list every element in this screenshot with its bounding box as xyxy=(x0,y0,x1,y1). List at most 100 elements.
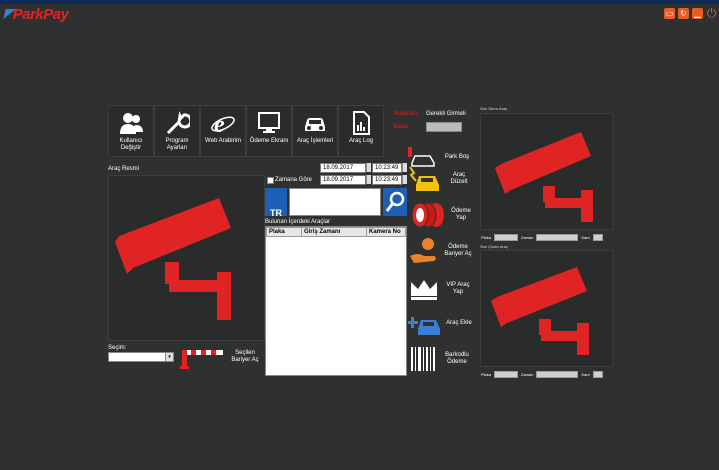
zaman-label: Zaman xyxy=(521,372,534,377)
web-arabirim-button[interactable]: e Web Arabirim xyxy=(200,105,246,157)
minimize-icon[interactable]: ▁ xyxy=(692,8,703,19)
time-from-input[interactable]: 10:23:49 xyxy=(372,163,402,173)
date-from-spinner[interactable] xyxy=(366,163,371,172)
lang-button[interactable]: TR xyxy=(265,188,287,218)
entry-camera-label: Son Giren Araç xyxy=(480,106,508,111)
plaka-label: Plaka xyxy=(481,235,492,240)
barcode-icon xyxy=(411,347,435,371)
coins-icon xyxy=(411,202,444,228)
exit-camera-label: Son Çıkan Araç xyxy=(480,244,508,249)
search-icon xyxy=(385,191,405,212)
search-button[interactable] xyxy=(383,188,407,216)
camera-icon xyxy=(115,198,231,320)
entry-camera-panel xyxy=(480,113,613,230)
barkodlu-odeme-button[interactable]: Barkodlu Ödeme xyxy=(408,342,474,376)
browser-icon: e xyxy=(211,112,235,136)
monitor-icon xyxy=(258,112,280,133)
car-add-icon xyxy=(408,317,440,335)
date-to-input[interactable]: 18.09.2017 xyxy=(320,175,366,185)
kullanici-degistir-button[interactable]: Kullanıcı Değiştir xyxy=(108,105,154,157)
secim-select[interactable]: ▾ xyxy=(108,352,174,362)
table-header-row: Plaka Giriş Zamanı Kamera No xyxy=(266,227,406,237)
arac-ekle-button[interactable]: Araç Ekle xyxy=(408,306,474,340)
side-button-label: Araç Düzelt xyxy=(450,172,468,185)
time-from-spinner[interactable] xyxy=(402,163,407,172)
column-plaka[interactable]: Plaka xyxy=(266,227,302,237)
arac-duzelt-button[interactable]: Araç Düzelt xyxy=(408,162,474,196)
car-yellow-icon xyxy=(409,166,439,191)
toolbar-label: Ödeme Ekranı xyxy=(249,138,289,144)
camera-icon xyxy=(495,132,593,222)
crown-icon xyxy=(411,280,437,300)
odeme-bariyer-ac-button[interactable]: Ödeme Bariyer Aç xyxy=(408,234,474,268)
vip-arac-yap-button[interactable]: VIP Araç Yap xyxy=(408,272,474,306)
list-title: Bulunan İçerdeki Araçlar xyxy=(265,219,331,225)
chevron-down-icon: ▾ xyxy=(165,353,173,361)
monitor-icon[interactable]: ▭ xyxy=(664,8,675,19)
side-button-label: VIP Araç Yap xyxy=(446,282,470,295)
zaman-label: Zaman xyxy=(521,235,534,240)
top-accent-bar xyxy=(0,0,719,4)
toolbar-label: Araç İşlemleri xyxy=(296,138,334,144)
user-label: Kullanıcı: xyxy=(394,111,419,117)
main-toolbar: Kullanıcı Değiştir Program Ayarları e We… xyxy=(108,105,384,157)
zamana-gore-checkbox[interactable] xyxy=(267,177,274,184)
camera-icon xyxy=(491,267,589,355)
vehicle-list[interactable]: Plaka Giriş Zamanı Kamera No xyxy=(265,226,407,376)
arac-resmi-label: Araç Resmi xyxy=(108,166,140,172)
program-ayarlari-button[interactable]: Program Ayarları xyxy=(154,105,200,157)
barrier-icon xyxy=(180,350,223,369)
date-from-input[interactable]: 18.09.2017 xyxy=(320,163,366,173)
zamana-gore-label: Zamana Göre xyxy=(275,177,313,183)
kasa-field[interactable] xyxy=(426,122,462,132)
plaka-label: Plaka xyxy=(481,372,492,377)
entry-info-row: Plaka Zaman Kam xyxy=(481,234,603,241)
svg-text:e: e xyxy=(214,112,225,136)
odeme-yap-button[interactable]: Ödeme Yap xyxy=(408,198,474,232)
toolbar-label: Araç Log xyxy=(348,138,373,144)
time-to-input[interactable]: 10:23:49 xyxy=(372,175,402,185)
side-button-label: Ödeme Yap xyxy=(451,208,471,221)
column-giris-zamani[interactable]: Giriş Zamanı xyxy=(301,227,367,237)
document-icon xyxy=(353,111,370,135)
entry-kam-field xyxy=(592,234,603,241)
odeme-ekrani-button[interactable]: Ödeme Ekranı xyxy=(246,105,292,157)
exit-zaman-field xyxy=(536,371,579,378)
kam-label: Kam xyxy=(581,372,590,377)
arac-islemleri-button[interactable]: Araç İşlemleri xyxy=(292,105,338,157)
side-button-label: Park Boş xyxy=(444,153,470,160)
time-to-spinner[interactable] xyxy=(402,175,407,184)
window-controls: ▭ ↻ ▁ ⏻ xyxy=(664,7,717,19)
side-button-label: Barkodlu Ödeme xyxy=(445,352,469,365)
exit-plaka-field xyxy=(494,371,519,378)
entry-plaka-field xyxy=(494,234,519,241)
kasa-label: Kasa: xyxy=(394,124,410,130)
toolbar-label: Web Arabirim xyxy=(205,138,241,144)
user-value: Gerekli Girmeli xyxy=(426,111,466,117)
kam-label: Kam xyxy=(581,235,590,240)
exit-camera-panel xyxy=(480,250,613,367)
arac-log-button[interactable]: Araç Log xyxy=(338,105,384,157)
arac-resmi-panel xyxy=(108,175,265,341)
refresh-icon[interactable]: ↻ xyxy=(678,8,689,19)
hand-coin-icon xyxy=(410,238,436,263)
column-kamera-no[interactable]: Kamera No xyxy=(366,227,406,237)
users-icon xyxy=(120,113,143,134)
exit-info-row: Plaka Zaman Kam xyxy=(481,371,603,378)
car-icon xyxy=(305,118,325,131)
toolbar-label: Kullanıcı Değiştir xyxy=(119,138,143,151)
app-logo: ◤ParkPay xyxy=(4,6,69,23)
side-button-label: Araç Ekle xyxy=(446,319,472,326)
power-icon[interactable]: ⏻ xyxy=(706,7,717,19)
exit-kam-field xyxy=(592,371,603,378)
wrench-icon xyxy=(166,111,190,135)
secim-label: Seçim: xyxy=(108,345,127,351)
secilen-bariyer-ac-button[interactable]: Seçilen Bariyer Aç xyxy=(178,344,260,370)
lang-label: TR xyxy=(270,208,282,218)
vehicle-table: Plaka Giriş Zamanı Kamera No xyxy=(266,227,406,237)
secilen-bariyer-ac-label: Seçilen Bariyer Aç xyxy=(231,350,259,363)
side-button-label: Ödeme Bariyer Aç xyxy=(444,244,472,257)
plate-search-input[interactable] xyxy=(289,188,381,216)
entry-zaman-field xyxy=(536,234,579,241)
date-to-spinner[interactable] xyxy=(366,175,371,184)
